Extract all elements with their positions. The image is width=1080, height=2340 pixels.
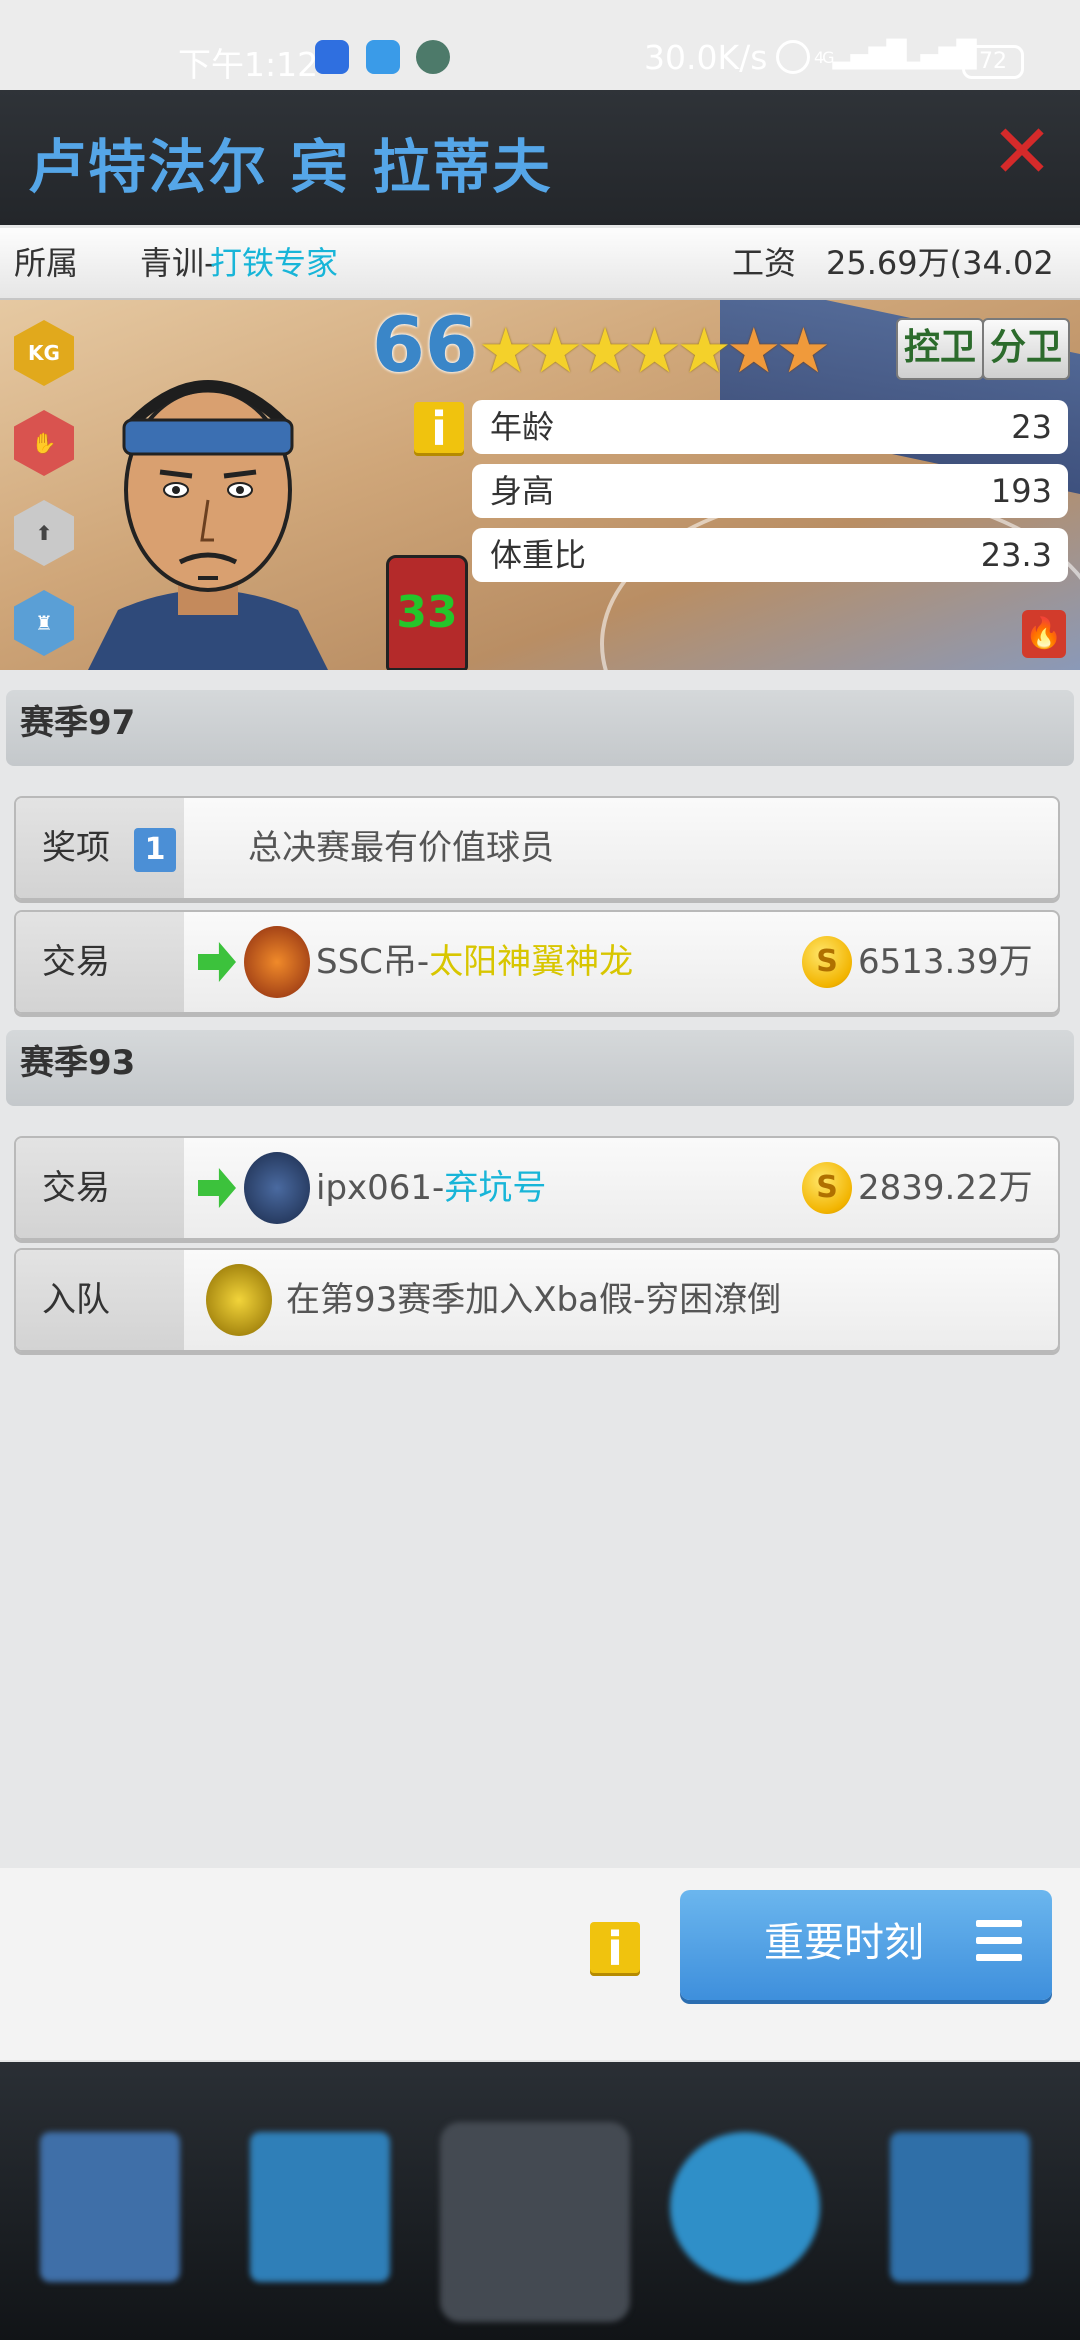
award-count-badge: 1 [134,828,176,872]
title-bar: 卢特法尔 宾 拉蒂夫 [0,90,1080,225]
attr-age-label: 年龄 [490,408,555,446]
nav-upgrade-icon[interactable] [880,2122,1050,2322]
bottom-nav-bar [0,2062,1080,2340]
signal-2-icon: 4G▂▄▆█ [884,40,977,70]
attr-height-label: 身高 [490,472,555,510]
star-icon: ★ [577,314,633,387]
nav-trophy-icon[interactable] [440,2122,630,2322]
star-icon: ★ [676,314,732,387]
player-avatar [88,380,328,670]
season-header-97: 赛季97 [6,690,1074,766]
player-card: KG ✋ ⬆ ♜ 33 66 ★★★★★★★ 控卫 分卫 i 年龄 23 身高 [0,300,1080,670]
entry-type-label: 交易 [16,1138,184,1238]
team-logo-icon [206,1264,272,1336]
nav-chat-icon[interactable] [660,2122,830,2322]
kg-badge-icon[interactable]: KG [14,320,74,386]
player-info-button[interactable]: i [414,402,464,456]
affiliation-label: 所属 [14,244,79,282]
close-button[interactable]: ✕ [990,115,1054,189]
attr-age-value: 23 [1011,408,1052,446]
entry-type-label: 交易 [16,912,184,1012]
entry-type-label: 入队 [16,1250,184,1350]
affiliation-prefix: 青训- [140,244,216,282]
app-notification-icon [315,40,349,74]
star-half-icon: ★ [775,314,832,387]
star-icon: ★ [626,314,683,387]
trade-team: SSC吊-太阳神翼神龙 [316,912,633,1012]
snowflake-notification-icon [366,40,400,74]
history-entry-trade[interactable]: 交易 SSC吊-太阳神翼神龙 S 6513.39万 [14,910,1060,1014]
position-tag-pg: 控卫 [896,318,985,380]
team-owner: ipx061- [316,1168,445,1208]
affiliation-value: 打铁专家 [210,244,339,282]
important-moments-button[interactable]: 重要时刻 [680,1890,1052,2000]
moments-label: 重要时刻 [764,1920,924,1966]
team-name: 太阳神翼神龙 [429,942,634,982]
trade-amount: 2839.22万 [858,1168,1033,1208]
arrow-right-icon [198,1168,236,1208]
clock: 下午1:12 [178,45,319,84]
trade-team: ipx061-弃坑号 [316,1138,546,1238]
star-icon: ★ [527,314,584,387]
avatar-notification-icon [416,40,450,74]
signal-1-label: 4G [814,48,835,67]
attr-weight-value: 23.3 [980,536,1052,574]
kg-badge-label: KG [14,320,74,386]
team-name: 弃坑号 [444,1168,547,1208]
alarm-icon [776,40,810,74]
history-entry-trade[interactable]: 交易 ipx061-弃坑号 S 2839.22万 [14,1136,1060,1240]
position-tag-sg: 分卫 [982,318,1071,380]
attr-height-value: 193 [990,472,1052,510]
join-text: 在第93赛季加入Xba假-穷困潦倒 [286,1280,782,1320]
player-info-row: 所属 青训- 打铁专家 工资 25.69万(34.02万) [0,228,1080,352]
menu-icon [976,1920,1022,1970]
attr-weight-label: 体重比 [490,536,587,574]
signal-2-label: 4G [884,48,905,67]
shot-badge-icon[interactable]: ⬆ [14,500,74,566]
battery-icon: 72 [962,45,1024,79]
nav-star-icon[interactable] [30,2122,200,2322]
network-speed: 30.0K/s [644,38,768,77]
bottom-panel: i 重要时刻 [0,1868,1080,2060]
history-entry-award: 奖项 1 总决赛最有价值球员 [14,796,1060,900]
team-logo-icon [244,1152,310,1224]
skill-badge-icon[interactable]: ✋ [14,410,74,476]
jersey-number: 33 [386,555,468,670]
salary-label: 工资 [732,244,797,282]
attr-row-height: 身高 193 [472,464,1068,518]
defense-badge-icon[interactable]: ♜ [14,590,74,656]
status-bar: 下午1:12 30.0K/s 4G▂▄▆█ 4G▂▄▆█ 72 [0,0,1080,90]
info-icon[interactable]: i [590,1922,640,1976]
player-name-title: 卢特法尔 宾 拉蒂夫 [28,133,553,201]
season-header-93: 赛季93 [6,1030,1074,1106]
trade-amount: 6513.39万 [858,942,1033,982]
team-owner: SSC吊- [316,942,430,982]
history-entry-join: 入队 在第93赛季加入Xba假-穷困潦倒 [14,1248,1060,1352]
arrow-right-icon [198,942,236,982]
player-rating: 66 [372,300,478,389]
nav-yen-icon[interactable] [240,2122,410,2322]
fire-icon[interactable]: 🔥 [1022,610,1066,658]
coin-icon: S [802,936,852,988]
coin-icon: S [802,1162,852,1214]
star-icon: ★ [478,314,534,387]
star-half-icon: ★ [725,314,782,387]
star-rating: ★★★★★★★ [478,314,832,387]
attr-row-weight-ratio: 体重比 23.3 [472,528,1068,582]
attr-row-age: 年龄 23 [472,400,1068,454]
team-logo-icon [244,926,310,998]
award-text: 总决赛最有价值球员 [248,828,554,868]
